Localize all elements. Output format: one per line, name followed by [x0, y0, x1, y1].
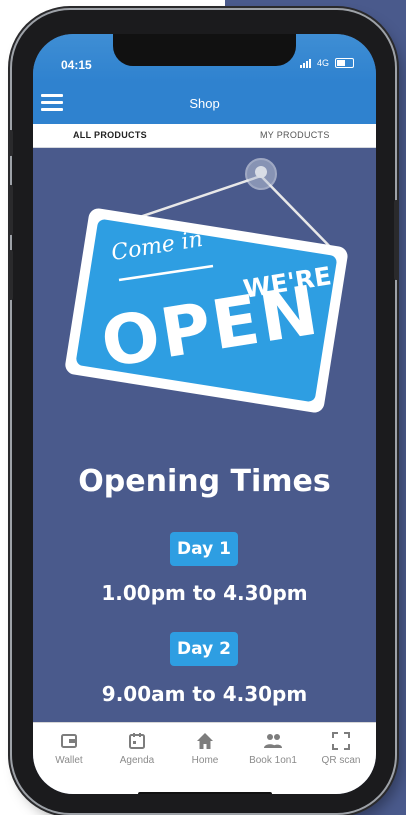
- day-2-badge: Day 2: [170, 632, 238, 666]
- nav-wallet-label: Wallet: [55, 755, 83, 766]
- open-sign-image: Come in WE'RE OPEN: [33, 148, 376, 458]
- product-tabs: ALL PRODUCTS MY PRODUCTS: [33, 124, 376, 148]
- network-label: 4G: [316, 58, 329, 68]
- nav-home-label: Home: [191, 755, 219, 766]
- nav-book-1on1[interactable]: Book 1on1: [239, 731, 307, 766]
- nav-qr-label: QR scan: [321, 755, 361, 766]
- notch: [113, 34, 296, 66]
- tab-all-products[interactable]: ALL PRODUCTS: [73, 130, 147, 140]
- tab-my-products[interactable]: MY PRODUCTS: [260, 130, 330, 140]
- volume-down-button: [8, 250, 13, 300]
- page-title: Shop: [189, 96, 220, 111]
- nav-book-label: Book 1on1: [249, 755, 297, 766]
- status-time: 04:15: [61, 58, 92, 72]
- volume-up-button: [8, 185, 13, 235]
- nav-wallet[interactable]: Wallet: [35, 731, 103, 766]
- shop-content: Come in WE'RE OPEN Opening Times Day 1 1…: [33, 148, 376, 722]
- qr-scan-icon: [332, 732, 350, 750]
- nav-agenda[interactable]: Agenda: [103, 731, 171, 766]
- home-icon: [197, 733, 213, 749]
- nav-agenda-label: Agenda: [119, 755, 155, 766]
- status-icons: 4G: [299, 58, 354, 68]
- wallet-icon: [61, 734, 77, 748]
- power-button: [394, 200, 399, 280]
- nav-home[interactable]: Home: [171, 731, 239, 766]
- people-icon: [264, 734, 282, 748]
- day-1-badge: Day 1: [170, 532, 238, 566]
- stage: 04:15 4G Shop ALL PRODUCTS MY PRODUCTS C…: [0, 0, 406, 815]
- bottom-navigation: Wallet Agenda Home Book 1on1 QR scan: [33, 722, 376, 794]
- day-2-hours: 9.00am to 4.30pm: [101, 682, 308, 706]
- app-bar: Shop: [33, 82, 376, 124]
- nav-qr-scan[interactable]: QR scan: [307, 731, 375, 766]
- battery-icon: [335, 58, 354, 68]
- signal-icon: [299, 58, 311, 68]
- mute-switch: [8, 130, 13, 156]
- phone-screen: 04:15 4G Shop ALL PRODUCTS MY PRODUCTS C…: [33, 34, 376, 794]
- opening-times-heading: Opening Times: [78, 464, 331, 499]
- day-1-hours: 1.00pm to 4.30pm: [101, 581, 308, 605]
- phone-frame: 04:15 4G Shop ALL PRODUCTS MY PRODUCTS C…: [8, 10, 399, 813]
- calendar-icon: [129, 733, 145, 749]
- home-indicator: [138, 792, 272, 794]
